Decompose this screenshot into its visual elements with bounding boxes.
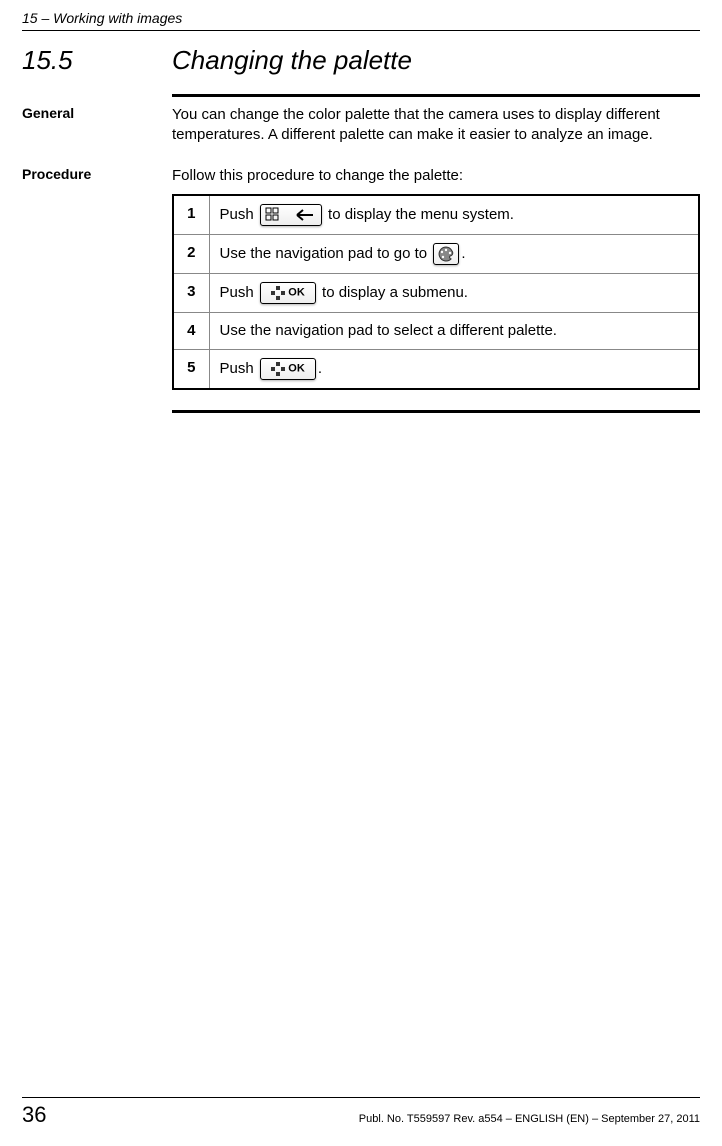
step-text-after: to display a submenu. — [318, 284, 468, 301]
select-ok-button-icon: OK — [260, 282, 316, 304]
procedure-intro: Follow this procedure to change the pale… — [172, 166, 700, 186]
step-text: Push OK. — [209, 350, 699, 390]
section-title: Changing the palette — [172, 45, 412, 76]
select-ok-button-icon: OK — [260, 358, 316, 380]
section-number: 15.5 — [22, 45, 172, 76]
table-row: 1Push to display the menu system. — [173, 195, 699, 235]
step-number: 4 — [173, 312, 209, 349]
procedure-label: Procedure — [22, 166, 172, 391]
step-text-before: Push — [220, 284, 258, 301]
table-row: 4 Use the navigation pad to select a diff… — [173, 312, 699, 349]
general-text: You can change the color palette that th… — [172, 105, 700, 146]
footer-text: Publ. No. T559597 Rev. a554 – ENGLISH (E… — [359, 1113, 700, 1125]
step-text-after: . — [461, 245, 465, 262]
step-text-after: . — [318, 360, 322, 377]
palette-icon — [433, 243, 459, 265]
rule-top — [172, 94, 700, 97]
rule-bottom — [172, 410, 700, 413]
page-number: 36 — [22, 1102, 46, 1128]
general-label: General — [22, 105, 172, 146]
step-text-before: Push — [220, 360, 258, 377]
step-text-after: to display the menu system. — [324, 206, 514, 223]
step-text-before: Use the navigation pad to go to — [220, 245, 432, 262]
page-footer: 36 Publ. No. T559597 Rev. a554 – ENGLISH… — [22, 1097, 700, 1128]
procedure-table: 1Push to display the menu system.2Use th… — [172, 194, 700, 390]
step-number: 3 — [173, 273, 209, 312]
table-row: 2Use the navigation pad to go to . — [173, 234, 699, 273]
running-header: 15 – Working with images — [22, 10, 700, 31]
step-text: Push OK to display a submenu. — [209, 273, 699, 312]
general-block: General You can change the color palette… — [22, 105, 700, 146]
step-text-before: Use the navigation pad to select a diffe… — [220, 322, 557, 339]
step-number: 2 — [173, 234, 209, 273]
menu-back-button-icon — [260, 204, 322, 226]
step-number: 1 — [173, 195, 209, 235]
step-text: Use the navigation pad to select a diffe… — [209, 312, 699, 349]
table-row: 3Push OK to display a submenu. — [173, 273, 699, 312]
section-heading: 15.5 Changing the palette — [22, 45, 700, 76]
table-row: 5Push OK. — [173, 350, 699, 390]
step-text: Use the navigation pad to go to . — [209, 234, 699, 273]
procedure-block: Procedure Follow this procedure to chang… — [22, 166, 700, 391]
step-text: Push to display the menu system. — [209, 195, 699, 235]
step-text-before: Push — [220, 206, 258, 223]
step-number: 5 — [173, 350, 209, 390]
